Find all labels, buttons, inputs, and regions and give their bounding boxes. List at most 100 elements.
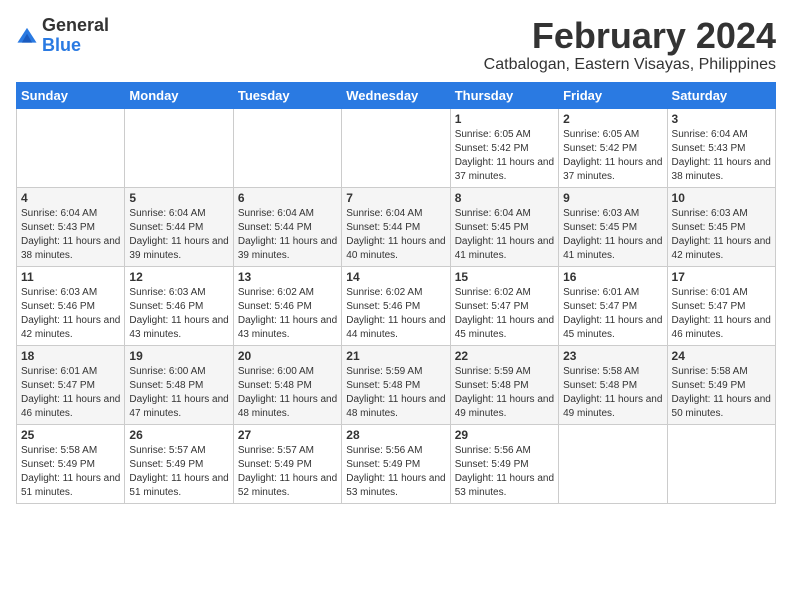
day-number: 12 <box>129 270 228 284</box>
calendar-cell <box>125 108 233 187</box>
day-info: Sunrise: 6:01 AMSunset: 5:47 PMDaylight:… <box>563 286 662 342</box>
calendar-week-row: 11 Sunrise: 6:03 AMSunset: 5:46 PMDayligh… <box>17 266 776 345</box>
calendar-cell: 20 Sunrise: 6:00 AMSunset: 5:48 PMDayligh… <box>233 345 341 424</box>
calendar-cell: 1Sunrise: 6:05 AMSunset: 5:42 PMDaylight… <box>450 108 558 187</box>
calendar-cell: 22 Sunrise: 5:59 AMSunset: 5:48 PMDayligh… <box>450 345 558 424</box>
weekday-header-sunday: Sunday <box>17 82 125 108</box>
day-info: Sunrise: 5:59 AMSunset: 5:48 PMDaylight:… <box>455 365 554 421</box>
calendar-week-row: 25 Sunrise: 5:58 AMSunset: 5:49 PMDayligh… <box>17 424 776 503</box>
day-info: Sunrise: 6:02 AMSunset: 5:47 PMDaylight:… <box>455 286 554 342</box>
calendar-cell: 27Sunrise: 5:57 AMSunset: 5:49 PMDayligh… <box>233 424 341 503</box>
day-number: 22 <box>455 349 554 363</box>
logo-general-text: General <box>42 16 109 36</box>
calendar-cell: 5 Sunrise: 6:04 AMSunset: 5:44 PMDaylight… <box>125 187 233 266</box>
day-info: Sunrise: 6:04 AMSunset: 5:45 PMDaylight:… <box>455 207 554 263</box>
day-info: Sunrise: 5:58 AMSunset: 5:48 PMDaylight:… <box>563 365 662 421</box>
weekday-header-saturday: Saturday <box>667 82 775 108</box>
day-info: Sunrise: 6:02 AMSunset: 5:46 PMDaylight:… <box>238 286 337 342</box>
day-info: Sunrise: 5:57 AMSunset: 5:49 PMDaylight:… <box>238 444 337 500</box>
day-info: Sunrise: 5:56 AMSunset: 5:49 PMDaylight:… <box>346 444 445 500</box>
day-number: 28 <box>346 428 445 442</box>
day-info: Sunrise: 6:03 AMSunset: 5:46 PMDaylight:… <box>129 286 228 342</box>
calendar-cell: 18Sunrise: 6:01 AMSunset: 5:47 PMDayligh… <box>17 345 125 424</box>
calendar-cell <box>233 108 341 187</box>
calendar-header: SundayMondayTuesdayWednesdayThursdayFrid… <box>17 82 776 108</box>
day-info: Sunrise: 5:58 AMSunset: 5:49 PMDaylight:… <box>21 444 120 500</box>
day-number: 3 <box>672 112 771 126</box>
weekday-header-wednesday: Wednesday <box>342 82 450 108</box>
day-number: 20 <box>238 349 337 363</box>
logo-icon <box>16 25 38 47</box>
day-number: 15 <box>455 270 554 284</box>
calendar-cell: 3 Sunrise: 6:04 AMSunset: 5:43 PMDaylight… <box>667 108 775 187</box>
title-area: February 2024 Catbalogan, Eastern Visaya… <box>484 16 776 74</box>
logo-text: General Blue <box>42 16 109 56</box>
calendar-cell: 13 Sunrise: 6:02 AMSunset: 5:46 PMDayligh… <box>233 266 341 345</box>
day-info: Sunrise: 6:04 AMSunset: 5:43 PMDaylight:… <box>672 128 771 184</box>
calendar-table: SundayMondayTuesdayWednesdayThursdayFrid… <box>16 82 776 504</box>
calendar-cell: 14Sunrise: 6:02 AMSunset: 5:46 PMDayligh… <box>342 266 450 345</box>
calendar-cell: 28 Sunrise: 5:56 AMSunset: 5:49 PMDayligh… <box>342 424 450 503</box>
calendar-cell: 21Sunrise: 5:59 AMSunset: 5:48 PMDayligh… <box>342 345 450 424</box>
calendar-cell: 17 Sunrise: 6:01 AMSunset: 5:47 PMDayligh… <box>667 266 775 345</box>
day-number: 4 <box>21 191 120 205</box>
day-number: 10 <box>672 191 771 205</box>
logo: General Blue <box>16 16 109 56</box>
calendar-cell: 26Sunrise: 5:57 AMSunset: 5:49 PMDayligh… <box>125 424 233 503</box>
day-info: Sunrise: 5:56 AMSunset: 5:49 PMDaylight:… <box>455 444 554 500</box>
calendar-cell: 12 Sunrise: 6:03 AMSunset: 5:46 PMDayligh… <box>125 266 233 345</box>
day-info: Sunrise: 6:05 AMSunset: 5:42 PMDaylight:… <box>455 128 554 184</box>
day-number: 5 <box>129 191 228 205</box>
day-number: 13 <box>238 270 337 284</box>
calendar-cell: 29Sunrise: 5:56 AMSunset: 5:49 PMDayligh… <box>450 424 558 503</box>
calendar-cell: 4 Sunrise: 6:04 AMSunset: 5:43 PMDaylight… <box>17 187 125 266</box>
calendar-cell: 25 Sunrise: 5:58 AMSunset: 5:49 PMDayligh… <box>17 424 125 503</box>
weekday-header-row: SundayMondayTuesdayWednesdayThursdayFrid… <box>17 82 776 108</box>
calendar-week-row: 4 Sunrise: 6:04 AMSunset: 5:43 PMDaylight… <box>17 187 776 266</box>
calendar-cell: 23 Sunrise: 5:58 AMSunset: 5:48 PMDayligh… <box>559 345 667 424</box>
day-number: 16 <box>563 270 662 284</box>
calendar-cell <box>667 424 775 503</box>
calendar-cell: 7 Sunrise: 6:04 AMSunset: 5:44 PMDaylight… <box>342 187 450 266</box>
day-number: 25 <box>21 428 120 442</box>
weekday-header-tuesday: Tuesday <box>233 82 341 108</box>
weekday-header-thursday: Thursday <box>450 82 558 108</box>
day-number: 6 <box>238 191 337 205</box>
day-info: Sunrise: 5:58 AMSunset: 5:49 PMDaylight:… <box>672 365 771 421</box>
weekday-header-friday: Friday <box>559 82 667 108</box>
day-number: 8 <box>455 191 554 205</box>
day-number: 21 <box>346 349 445 363</box>
logo-blue-text: Blue <box>42 36 109 56</box>
day-info: Sunrise: 6:00 AMSunset: 5:48 PMDaylight:… <box>238 365 337 421</box>
day-info: Sunrise: 6:05 AMSunset: 5:42 PMDaylight:… <box>563 128 662 184</box>
calendar-week-row: 1Sunrise: 6:05 AMSunset: 5:42 PMDaylight… <box>17 108 776 187</box>
day-number: 24 <box>672 349 771 363</box>
day-info: Sunrise: 6:04 AMSunset: 5:44 PMDaylight:… <box>346 207 445 263</box>
calendar-cell: 9 Sunrise: 6:03 AMSunset: 5:45 PMDaylight… <box>559 187 667 266</box>
day-number: 14 <box>346 270 445 284</box>
day-info: Sunrise: 5:57 AMSunset: 5:49 PMDaylight:… <box>129 444 228 500</box>
day-info: Sunrise: 6:03 AMSunset: 5:46 PMDaylight:… <box>21 286 120 342</box>
day-info: Sunrise: 6:03 AMSunset: 5:45 PMDaylight:… <box>563 207 662 263</box>
subtitle: Catbalogan, Eastern Visayas, Philippines <box>484 56 776 74</box>
header: General Blue February 2024 Catbalogan, E… <box>16 16 776 74</box>
calendar-cell: 19Sunrise: 6:00 AMSunset: 5:48 PMDayligh… <box>125 345 233 424</box>
day-number: 7 <box>346 191 445 205</box>
day-info: Sunrise: 6:04 AMSunset: 5:43 PMDaylight:… <box>21 207 120 263</box>
calendar-cell: 24 Sunrise: 5:58 AMSunset: 5:49 PMDayligh… <box>667 345 775 424</box>
day-info: Sunrise: 6:04 AMSunset: 5:44 PMDaylight:… <box>129 207 228 263</box>
calendar-cell: 10Sunrise: 6:03 AMSunset: 5:45 PMDayligh… <box>667 187 775 266</box>
weekday-header-monday: Monday <box>125 82 233 108</box>
day-number: 9 <box>563 191 662 205</box>
day-info: Sunrise: 6:01 AMSunset: 5:47 PMDaylight:… <box>672 286 771 342</box>
calendar-week-row: 18Sunrise: 6:01 AMSunset: 5:47 PMDayligh… <box>17 345 776 424</box>
day-number: 11 <box>21 270 120 284</box>
calendar-cell <box>17 108 125 187</box>
day-number: 23 <box>563 349 662 363</box>
day-number: 17 <box>672 270 771 284</box>
calendar-cell: 8 Sunrise: 6:04 AMSunset: 5:45 PMDaylight… <box>450 187 558 266</box>
calendar-cell: 11 Sunrise: 6:03 AMSunset: 5:46 PMDayligh… <box>17 266 125 345</box>
calendar-cell: 2Sunrise: 6:05 AMSunset: 5:42 PMDaylight… <box>559 108 667 187</box>
day-info: Sunrise: 6:04 AMSunset: 5:44 PMDaylight:… <box>238 207 337 263</box>
day-number: 18 <box>21 349 120 363</box>
